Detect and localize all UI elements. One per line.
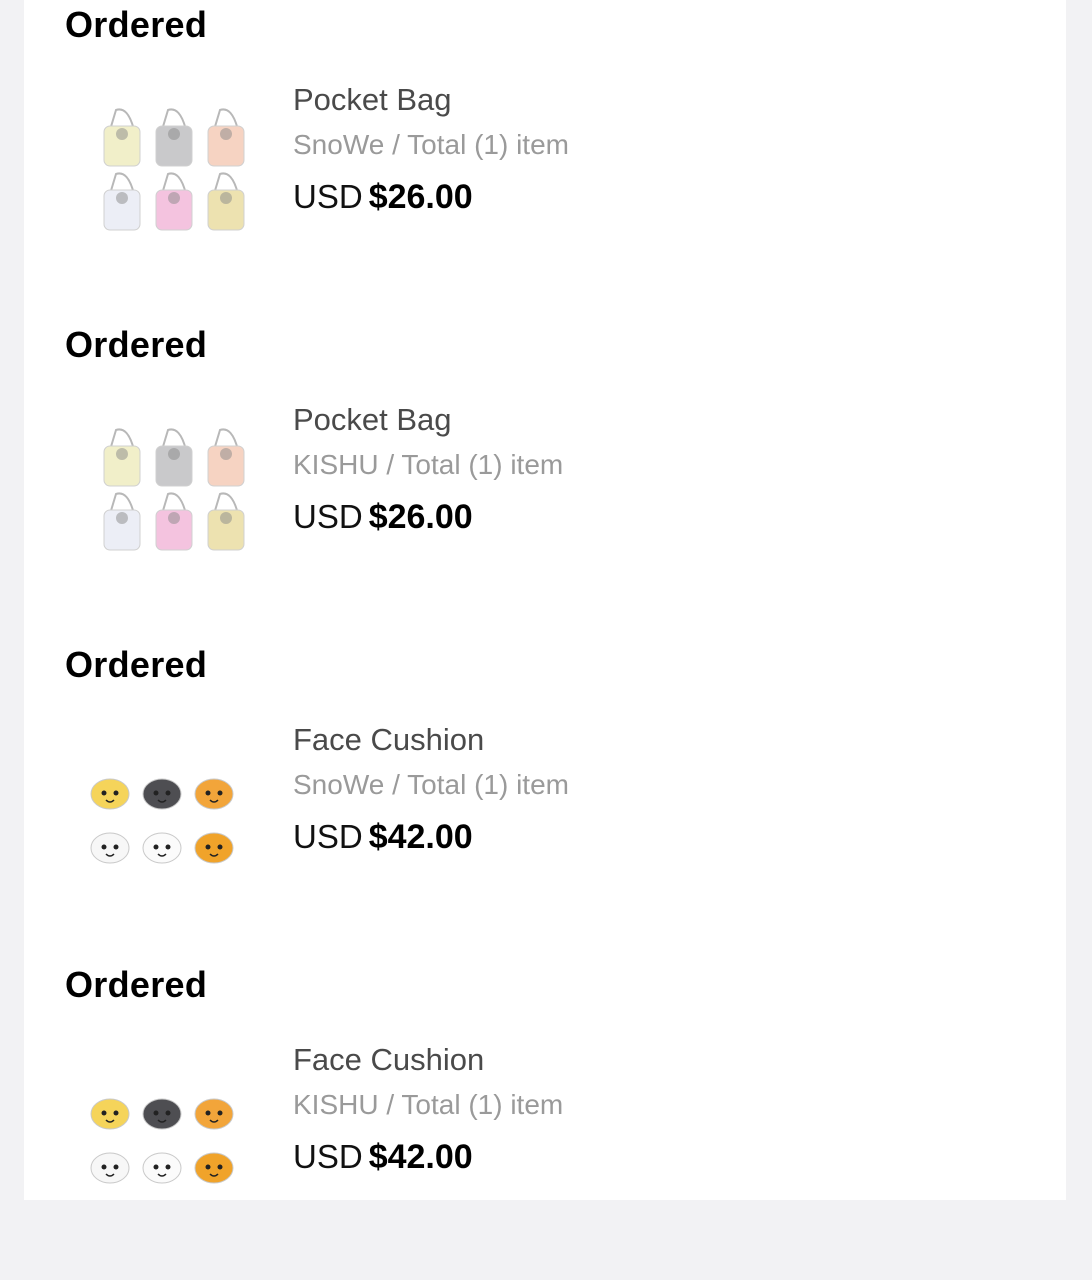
order-history-list: Ordered Pocket Bag SnoWe / Total (1) ite… [24,0,1066,1200]
order-card[interactable]: Ordered Pocket Bag SnoWe / Total (1) ite… [24,0,1066,320]
product-meta: KISHU / Total (1) item [293,1089,564,1120]
product-price: USD $26.00 [293,173,569,228]
product-name[interactable]: Face Cushion [293,1038,563,1082]
bag-thumbnail-icon [103,492,141,551]
product-price: USD $42.00 [293,813,569,868]
bag-thumbnail-icon [103,172,141,231]
order-info: Face Cushion SnoWe / Total (1) item USD $… [293,718,569,868]
product-name[interactable]: Pocket Bag [293,78,569,122]
cushion-face-icon [194,832,234,864]
bag-thumbnail-icon [207,172,245,231]
cushion-face-icon [142,778,182,810]
product-name[interactable]: Face Cushion [293,718,569,762]
pocket-bag-thumbnail-icon[interactable] [90,416,246,556]
face-cushion-thumbnail-icon[interactable] [90,1056,246,1196]
bag-thumbnail-icon [207,108,245,167]
bag-thumbnail-icon [155,428,193,487]
cushion-face-icon [194,1152,234,1184]
product-meta: SnoWe / Total (1) item [293,129,569,160]
bag-thumbnail-icon [207,428,245,487]
price-currency: USD [293,818,363,855]
pocket-bag-thumbnail-icon[interactable] [90,96,246,236]
product-price: USD $42.00 [293,1133,563,1188]
cushion-face-icon [90,1098,130,1130]
cushion-face-icon [90,778,130,810]
bag-thumbnail-icon [155,492,193,551]
order-card[interactable]: Ordered Face Cushion KISHU / Total (1) i… [24,960,1066,1280]
bag-thumbnail-icon [207,492,245,551]
product-meta: SnoWe / Total (1) item [293,769,569,800]
cushion-face-icon [142,832,182,864]
cushion-face-icon [90,832,130,864]
order-status: Ordered [65,324,208,365]
product-name[interactable]: Pocket Bag [293,398,563,442]
order-status: Ordered [65,4,208,45]
bag-thumbnail-icon [155,108,193,167]
product-meta: KISHU / Total (1) item [293,449,564,480]
cushion-face-icon [194,1098,234,1130]
price-amount: $26.00 [368,498,473,536]
price-currency: USD [293,178,363,215]
order-info: Face Cushion KISHU / Total (1) item USD $… [293,1038,563,1188]
cushion-face-icon [142,1098,182,1130]
order-info: Pocket Bag SnoWe / Total (1) item USD $26… [293,78,569,228]
price-amount: $26.00 [368,178,473,216]
price-currency: USD [293,498,363,535]
face-cushion-thumbnail-icon[interactable] [90,736,246,876]
order-status: Ordered [65,964,208,1005]
price-amount: $42.00 [368,818,473,856]
product-price: USD $26.00 [293,493,563,548]
order-card[interactable]: Ordered Pocket Bag KISHU / Total (1) ite… [24,320,1066,640]
cushion-face-icon [90,1152,130,1184]
price-currency: USD [293,1138,363,1175]
bag-thumbnail-icon [103,108,141,167]
order-card[interactable]: Ordered Face Cushion SnoWe / Total (1) i… [24,640,1066,960]
bag-thumbnail-icon [155,172,193,231]
bag-thumbnail-icon [103,428,141,487]
cushion-face-icon [194,778,234,810]
price-amount: $42.00 [368,1138,473,1176]
order-info: Pocket Bag KISHU / Total (1) item USD $26… [293,398,563,548]
order-status: Ordered [65,644,208,685]
cushion-face-icon [142,1152,182,1184]
